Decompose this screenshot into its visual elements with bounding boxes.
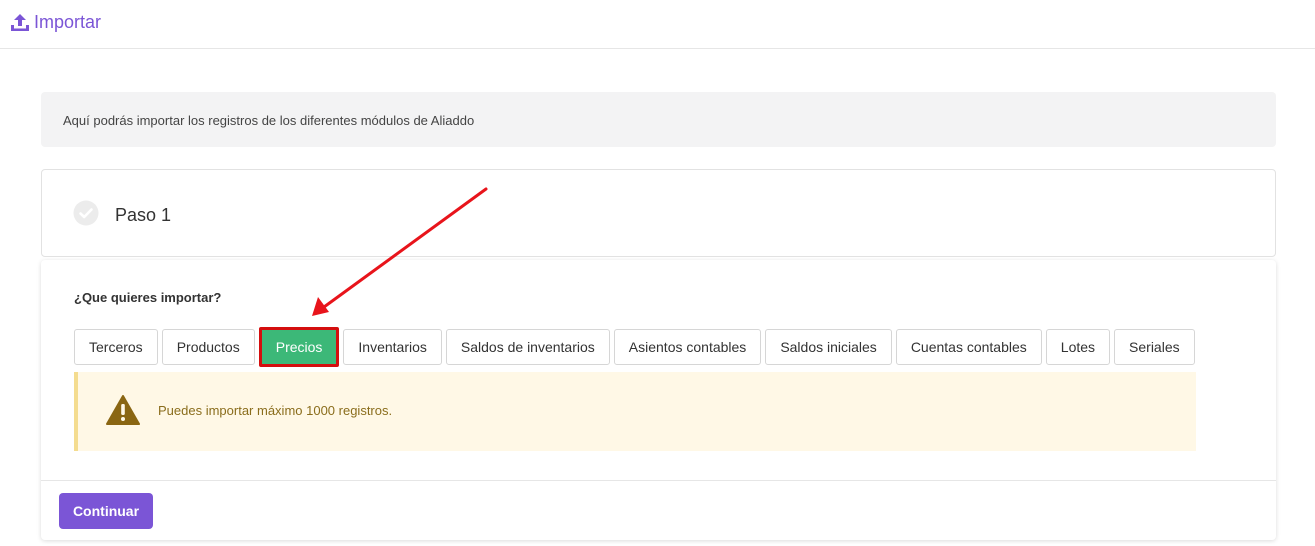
divider <box>41 480 1276 481</box>
step-title: Paso 1 <box>115 205 172 225</box>
info-text: Aquí podrás importar los registros de lo… <box>63 113 475 128</box>
option-productos[interactable]: Productos <box>161 329 255 365</box>
import-question: ¿Que quieres importar? <box>74 290 222 305</box>
check-circle-icon <box>73 200 99 226</box>
option-inventarios[interactable]: Inventarios <box>343 329 442 365</box>
info-box: Aquí podrás importar los registros de lo… <box>41 92 1276 147</box>
option-asientos-contables[interactable]: Asientos contables <box>613 329 762 365</box>
option-cuentas-contables[interactable]: Cuentas contables <box>895 329 1042 365</box>
warning-text: Puedes importar máximo 1000 registros. <box>158 403 393 418</box>
page-header: Importar <box>10 12 101 33</box>
option-lotes[interactable]: Lotes <box>1045 329 1111 365</box>
option-saldos-de-inventarios[interactable]: Saldos de inventarios <box>445 329 610 365</box>
option-saldos-iniciales[interactable]: Saldos iniciales <box>765 329 892 365</box>
import-form-card: ¿Que quieres importar? Terceros Producto… <box>41 260 1276 540</box>
option-terceros[interactable]: Terceros <box>74 329 158 365</box>
import-type-options: Terceros Productos Precios Inventarios S… <box>74 327 1199 367</box>
option-seriales[interactable]: Seriales <box>1114 329 1195 365</box>
warning-alert: Puedes importar máximo 1000 registros. <box>74 372 1196 451</box>
upload-icon <box>11 13 29 31</box>
option-precios[interactable]: Precios <box>258 327 340 367</box>
top-bar: Importar <box>0 0 1315 49</box>
page-title: Importar <box>34 12 102 32</box>
continue-button[interactable]: Continuar <box>59 493 153 529</box>
step-card[interactable]: Paso 1 <box>41 169 1276 257</box>
warning-icon <box>106 395 140 425</box>
